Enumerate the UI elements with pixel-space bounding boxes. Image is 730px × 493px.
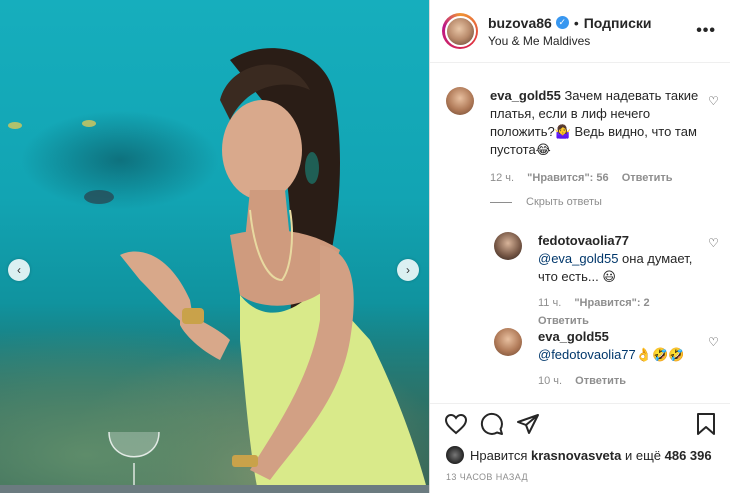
divider	[490, 201, 512, 203]
post-header: buzova86 ✓ • Подписки You & Me Maldives …	[430, 0, 730, 63]
reply-button[interactable]: Ответить	[538, 315, 589, 327]
comment-text: 👌🤣🤣	[635, 347, 685, 362]
reply-item: fedotovaolia77 @eva_gold55 она думает, ч…	[494, 232, 704, 330]
heart-icon[interactable]: ♡	[708, 94, 719, 108]
avatar[interactable]	[446, 446, 464, 464]
location-link[interactable]: You & Me Maldives	[488, 34, 652, 48]
heart-icon[interactable]: ♡	[708, 236, 719, 250]
share-icon[interactable]	[516, 412, 540, 436]
comments-list[interactable]: eva_gold55 Зачем надевать такие платья, …	[430, 63, 730, 403]
heart-icon[interactable]: ♡	[708, 335, 719, 349]
likes-count[interactable]: 486 396	[665, 448, 712, 463]
separator-dot: •	[573, 14, 579, 31]
heart-icon[interactable]	[444, 412, 468, 436]
avatar[interactable]	[446, 87, 474, 115]
bookmark-icon[interactable]	[694, 412, 718, 436]
comment-username[interactable]: eva_gold55	[490, 88, 561, 103]
post-photo[interactable]: ‹ ›	[0, 0, 429, 493]
reply-button[interactable]: Ответить	[622, 172, 673, 184]
comment-item: eva_gold55 Зачем надевать такие платья, …	[446, 87, 706, 187]
comment-username[interactable]: fedotovaolia77	[538, 233, 629, 248]
likes-user[interactable]: krasnovasveta	[531, 448, 621, 463]
comment-time[interactable]: 10 ч.	[538, 375, 562, 387]
wine-glass	[108, 431, 160, 493]
fish-decor	[84, 190, 114, 204]
window-rail	[0, 485, 429, 493]
more-icon[interactable]: •••	[696, 22, 716, 40]
likes-suffix: и ещё	[624, 447, 661, 463]
post-timestamp[interactable]: 13 ЧАСОВ НАЗАД	[446, 472, 528, 482]
reply-button[interactable]: Ответить	[575, 375, 626, 387]
comment-likes[interactable]: "Нравится": 56	[527, 172, 608, 184]
likes-prefix: Нравится	[470, 447, 528, 463]
comment-time[interactable]: 11 ч.	[538, 297, 561, 309]
post-actions: Нравится krasnovasveta и ещё 486 396 13 …	[430, 403, 730, 493]
hide-replies-button[interactable]: Скрыть ответы	[490, 196, 602, 208]
comment-time[interactable]: 12 ч.	[490, 172, 514, 184]
author-username[interactable]: buzova86	[488, 15, 552, 31]
mention-link[interactable]: @eva_gold55	[538, 251, 618, 266]
chevron-left-icon[interactable]: ‹	[8, 259, 30, 281]
likes-summary[interactable]: Нравится krasnovasveta и ещё 486 396	[446, 446, 712, 464]
fish-decor	[8, 122, 22, 129]
reply-item: eva_gold55 @fedotovaolia77👌🤣🤣 10 ч. Отве…	[494, 328, 704, 390]
hide-replies-label[interactable]: Скрыть ответы	[526, 196, 602, 208]
comment-likes[interactable]: "Нравится": 2	[574, 297, 649, 309]
mention-link[interactable]: @fedotovaolia77	[538, 347, 636, 362]
woman-figure	[120, 48, 429, 493]
following-button[interactable]: Подписки	[584, 15, 652, 31]
fish-decor	[82, 120, 96, 127]
comment-username[interactable]: eva_gold55	[538, 329, 609, 344]
post-side-panel: buzova86 ✓ • Подписки You & Me Maldives …	[429, 0, 730, 493]
chevron-right-icon[interactable]: ›	[397, 259, 419, 281]
avatar[interactable]	[494, 232, 522, 260]
comment-icon[interactable]	[480, 412, 504, 436]
avatar[interactable]	[442, 13, 478, 49]
avatar[interactable]	[494, 328, 522, 356]
verified-icon: ✓	[555, 16, 569, 29]
